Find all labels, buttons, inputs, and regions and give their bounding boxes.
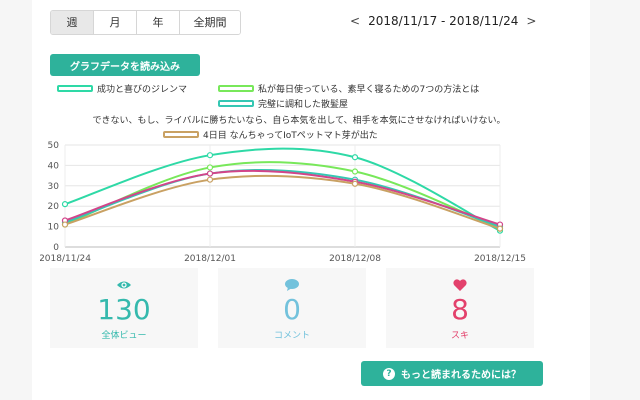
legend-label: 私が毎日使っている、素早く寝るための7つの方法とは — [258, 85, 480, 95]
data-point — [206, 152, 214, 159]
y-tick-label: 40 — [48, 161, 60, 171]
how-to-get-more-reads-button[interactable]: ? もっと読まれるためには？ — [361, 361, 543, 386]
legend-swatch — [218, 100, 254, 107]
data-point — [351, 154, 359, 161]
stat-likes-label: スキ — [450, 331, 469, 341]
legend-label: できない、もし、ライバルに勝ちたいなら、自ら本気を出して、相手を本気にさせなけれ… — [92, 116, 506, 126]
tab-all-time[interactable]: 全期間 — [180, 11, 240, 34]
y-tick-label: 10 — [48, 223, 60, 233]
stat-comments-value: 0 — [283, 293, 301, 326]
data-point — [61, 201, 69, 208]
x-tick-label: 2018/11/24 — [40, 254, 91, 264]
x-tick-label: 2018/12/01 — [184, 254, 236, 264]
comment-icon — [285, 279, 299, 291]
data-point — [206, 170, 214, 177]
load-graph-data-button[interactable]: グラフデータを読み込み — [50, 54, 200, 76]
legend-swatch — [57, 85, 93, 92]
data-point — [206, 176, 214, 183]
data-point — [351, 168, 359, 175]
legend-item-3[interactable]: 完璧に調和した散髪屋 — [218, 97, 348, 110]
stat-likes: 8 スキ — [386, 268, 534, 348]
question-icon: ? — [383, 367, 395, 380]
y-tick-label: 20 — [48, 202, 60, 212]
stat-views-label: 全体ビュー — [101, 331, 147, 341]
y-tick-label: 50 — [48, 141, 60, 151]
views-line-chart: 0 10 20 30 40 50 2018/11/24 2018/12/01 2018/12/0… — [40, 141, 526, 264]
legend-item-2[interactable]: 私が毎日使っている、素早く寝るための7つの方法とは — [218, 82, 479, 95]
stat-comments-label: コメント — [273, 331, 310, 341]
date-range: < 2018/11/17 - 2018/11/24 > — [350, 14, 536, 28]
data-point — [61, 221, 69, 228]
next-range-button[interactable]: > — [526, 14, 536, 28]
prev-range-button[interactable]: < — [350, 14, 360, 28]
legend-label: 成功と喜びのジレンマ — [97, 85, 188, 95]
legend-swatch — [218, 85, 254, 92]
heart-icon — [453, 279, 467, 291]
legend-item-4[interactable]: できない、もし、ライバルに勝ちたいなら、自ら本気を出して、相手を本気にさせなけれ… — [50, 113, 548, 126]
data-point — [351, 180, 359, 187]
date-range-text: 2018/11/17 - 2018/11/24 — [368, 14, 519, 28]
data-point — [496, 225, 504, 232]
series-line — [64, 147, 501, 232]
data-point — [206, 164, 214, 171]
y-tick-label: 30 — [48, 182, 60, 192]
x-tick-label: 2018/12/15 — [474, 254, 526, 264]
legend-label: 完璧に調和した散髪屋 — [258, 100, 349, 110]
stat-comments: 0 コメント — [218, 268, 366, 348]
tab-week[interactable]: 週 — [51, 11, 94, 34]
cta-label: もっと読まれるためには？ — [401, 370, 521, 381]
stat-likes-value: 8 — [451, 293, 469, 326]
legend-item-1[interactable]: 成功と喜びのジレンマ — [57, 82, 187, 95]
y-tick-label: 0 — [53, 243, 59, 253]
tab-year[interactable]: 年 — [137, 11, 180, 34]
stat-views-value: 130 — [97, 293, 151, 326]
tab-month[interactable]: 月 — [94, 11, 137, 34]
eye-icon — [117, 281, 131, 289]
period-tabs: 週 月 年 全期間 — [50, 10, 241, 35]
x-tick-label: 2018/12/08 — [329, 254, 381, 264]
stat-views: 130 全体ビュー — [50, 268, 198, 348]
